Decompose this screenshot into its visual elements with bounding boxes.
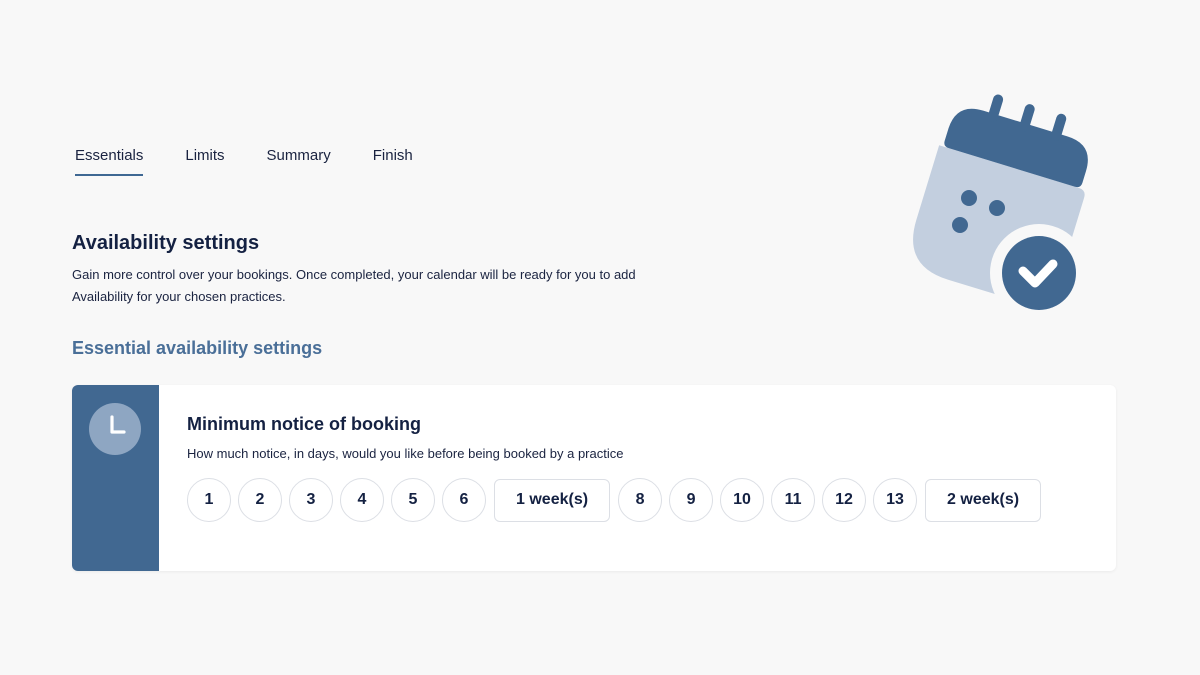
notice-option-2[interactable]: 2: [238, 478, 282, 522]
notice-options: 1 2 3 4 5 6 1 week(s) 8 9 10 11 12 13 2 …: [187, 478, 1042, 522]
card-title: Minimum notice of booking: [187, 414, 421, 434]
card-description: How much notice, in days, would you like…: [187, 446, 624, 461]
notice-option-1-week[interactable]: 1 week(s): [494, 478, 611, 522]
notice-option-3[interactable]: 3: [289, 478, 333, 522]
notice-option-9[interactable]: 9: [669, 478, 714, 522]
minimum-notice-card: Minimum notice of booking How much notic…: [72, 385, 1116, 571]
notice-option-11[interactable]: 11: [771, 478, 816, 522]
calendar-check-icon: [913, 94, 1088, 318]
notice-option-5[interactable]: 5: [391, 478, 435, 522]
clock-icon: [89, 403, 141, 455]
notice-option-8[interactable]: 8: [618, 478, 663, 522]
notice-option-13[interactable]: 13: [873, 478, 918, 522]
notice-option-10[interactable]: 10: [720, 478, 765, 522]
tab-finish[interactable]: Finish: [373, 147, 413, 176]
step-tabs: Essentials Limits Summary Finish: [75, 147, 413, 176]
notice-option-4[interactable]: 4: [340, 478, 384, 522]
page-description: Gain more control over your bookings. On…: [72, 267, 636, 304]
page-title: Availability settings: [72, 232, 260, 254]
notice-option-1[interactable]: 1: [187, 478, 231, 522]
card-side-panel: [72, 385, 159, 571]
notice-option-2-weeks[interactable]: 2 week(s): [925, 478, 1042, 522]
tab-essentials[interactable]: Essentials: [75, 147, 144, 176]
notice-option-12[interactable]: 12: [822, 478, 867, 522]
tab-summary[interactable]: Summary: [267, 147, 331, 176]
notice-option-6[interactable]: 6: [442, 478, 486, 522]
tab-limits[interactable]: Limits: [185, 147, 224, 176]
section-title: Essential availability settings: [72, 338, 323, 358]
